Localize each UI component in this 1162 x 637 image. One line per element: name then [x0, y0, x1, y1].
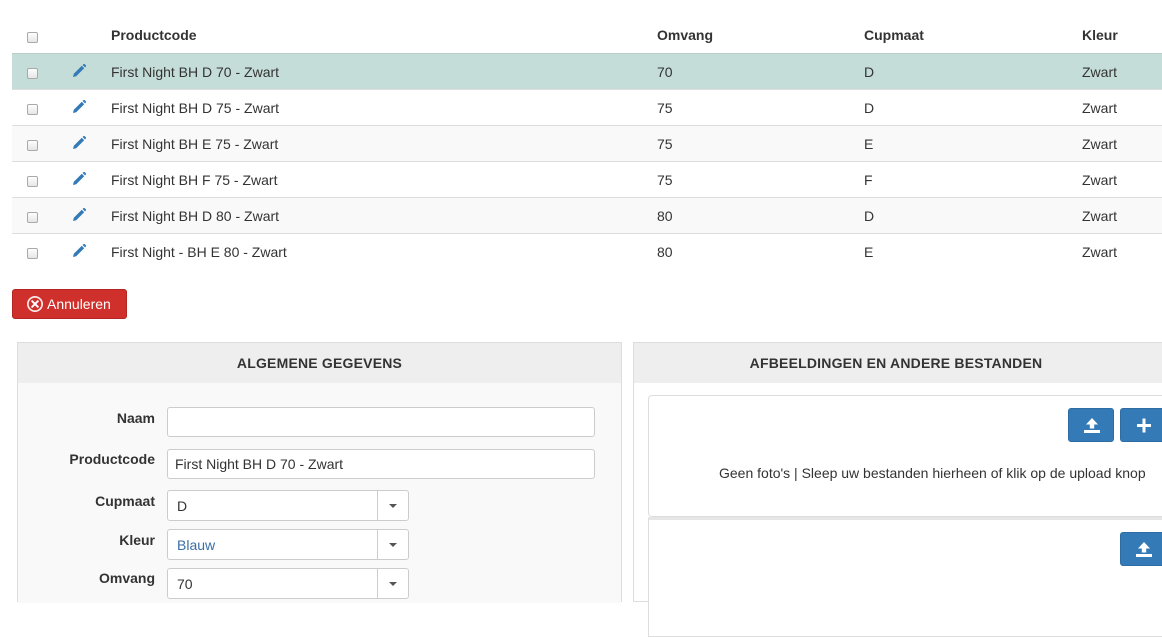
select-all-checkbox[interactable] [27, 32, 38, 43]
table-row[interactable]: First Night BH D 75 - Zwart 75 D Zwart [12, 89, 1162, 125]
row-checkbox[interactable] [27, 212, 38, 223]
cell-omvang: 80 [657, 208, 673, 224]
table-row[interactable]: First Night BH D 70 - Zwart 70 D Zwart [12, 53, 1162, 89]
cell-kleur: Zwart [1082, 208, 1117, 224]
naam-label: Naam [116, 410, 155, 426]
cell-omvang: 75 [657, 136, 673, 152]
pencil-icon[interactable] [71, 135, 87, 151]
pencil-icon[interactable] [71, 171, 87, 187]
table-header: Productcode Omvang Cupmaat Kleur [12, 17, 1162, 53]
row-checkbox[interactable] [27, 140, 38, 151]
dropzone-empty-text: Geen foto's | Sleep uw bestanden hierhee… [719, 465, 1146, 481]
cell-productcode: First Night BH F 75 - Zwart [111, 172, 278, 188]
add-file-button[interactable] [1120, 408, 1162, 442]
cell-productcode: First Night BH D 70 - Zwart [111, 64, 280, 80]
header-cupmaat[interactable]: Cupmaat [864, 17, 924, 53]
cancel-button[interactable]: Annuleren [12, 289, 127, 319]
cell-cupmaat: D [864, 64, 875, 80]
file-dropzone[interactable] [648, 517, 1162, 637]
cell-cupmaat: D [864, 208, 875, 224]
cell-kleur: Zwart [1082, 64, 1117, 80]
chevron-down-icon[interactable] [377, 569, 408, 598]
times-circle-icon [27, 296, 43, 312]
cell-productcode: First Night BH D 75 - Zwart [111, 100, 280, 116]
upload-button[interactable] [1068, 408, 1114, 442]
cell-kleur: Zwart [1082, 172, 1117, 188]
upload-icon [1136, 542, 1152, 557]
upload-button[interactable] [1120, 532, 1162, 566]
plus-icon [1137, 418, 1151, 433]
cell-productcode: First Night BH E 75 - Zwart [111, 136, 279, 152]
cell-productcode: First Night - BH E 80 - Zwart [111, 244, 287, 260]
header-kleur[interactable]: Kleur [1082, 17, 1118, 53]
cancel-button-label: Annuleren [47, 296, 111, 312]
row-checkbox[interactable] [27, 104, 38, 115]
kleur-label: Kleur [119, 532, 155, 548]
cell-kleur: Zwart [1082, 100, 1117, 116]
cupmaat-select-value: D [177, 498, 188, 514]
cell-omvang: 75 [657, 172, 673, 188]
upload-icon [1084, 418, 1100, 433]
header-productcode[interactable]: Productcode [111, 17, 197, 53]
files-panel: AFBEELDINGEN EN ANDERE BESTANDEN Geen fo… [633, 342, 1162, 637]
general-info-panel: ALGEMENE GEGEVENS Naam Productcode Cupma… [17, 342, 622, 603]
productcode-input[interactable] [167, 449, 595, 479]
omvang-select[interactable]: 70 [167, 568, 409, 599]
pencil-icon[interactable] [71, 99, 87, 115]
pencil-icon[interactable] [71, 63, 87, 79]
product-variants-table: Productcode Omvang Cupmaat Kleur First N… [12, 17, 1162, 269]
table-row[interactable]: First Night BH D 80 - Zwart 80 D Zwart [12, 197, 1162, 233]
pencil-icon[interactable] [71, 243, 87, 259]
row-checkbox[interactable] [27, 68, 38, 79]
cell-cupmaat: D [864, 100, 875, 116]
row-checkbox[interactable] [27, 176, 38, 187]
table-row[interactable]: First Night - BH E 80 - Zwart 80 E Zwart [12, 233, 1162, 269]
cell-omvang: 70 [657, 64, 673, 80]
table-row[interactable]: First Night BH F 75 - Zwart 75 F Zwart [12, 161, 1162, 197]
cell-cupmaat: E [864, 136, 874, 152]
cell-kleur: Zwart [1082, 244, 1117, 260]
chevron-down-icon[interactable] [377, 530, 408, 559]
cupmaat-select[interactable]: D [167, 490, 409, 521]
omvang-label: Omvang [98, 570, 155, 586]
cell-productcode: First Night BH D 80 - Zwart [111, 208, 280, 224]
row-checkbox[interactable] [27, 248, 38, 259]
cell-omvang: 80 [657, 244, 673, 260]
cupmaat-label: Cupmaat [95, 493, 155, 509]
panel-title: ALGEMENE GEGEVENS [18, 343, 621, 383]
pencil-icon[interactable] [71, 207, 87, 223]
cell-cupmaat: E [864, 244, 874, 260]
cell-kleur: Zwart [1082, 136, 1117, 152]
header-omvang[interactable]: Omvang [657, 17, 713, 53]
chevron-down-icon[interactable] [377, 491, 408, 520]
cell-cupmaat: F [864, 172, 873, 188]
cell-omvang: 75 [657, 100, 673, 116]
naam-input[interactable] [167, 407, 595, 437]
panel-title: AFBEELDINGEN EN ANDERE BESTANDEN [634, 343, 1162, 383]
photo-dropzone[interactable]: Geen foto's | Sleep uw bestanden hierhee… [648, 395, 1162, 517]
general-info-form: Naam Productcode Cupmaat D Kleur Blauw O… [18, 383, 621, 603]
kleur-select[interactable]: Blauw [167, 529, 409, 560]
kleur-select-value: Blauw [177, 537, 216, 553]
table-row[interactable]: First Night BH E 75 - Zwart 75 E Zwart [12, 125, 1162, 161]
omvang-select-value: 70 [177, 576, 193, 592]
productcode-label: Productcode [69, 451, 155, 467]
